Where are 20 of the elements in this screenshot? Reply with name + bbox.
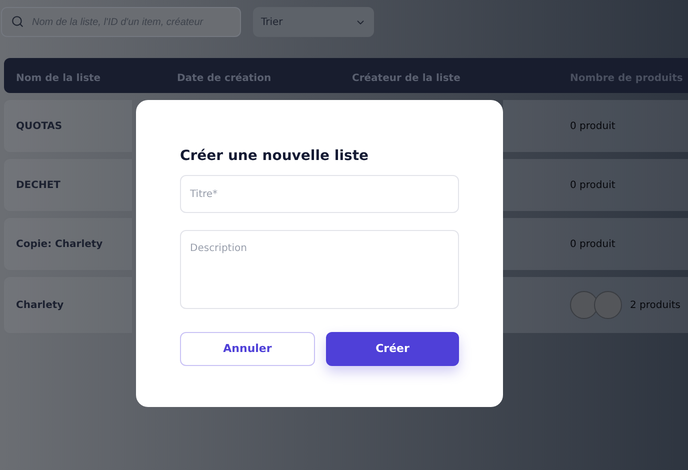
list-name-cell[interactable]: Charlety: [4, 277, 132, 333]
sort-dropdown[interactable]: Trier: [253, 7, 374, 37]
product-thumbnail: [594, 291, 622, 319]
column-header: Date de création: [177, 72, 272, 84]
product-thumbnail: [570, 291, 598, 319]
list-name-cell[interactable]: QUOTAS: [4, 100, 132, 152]
cancel-button[interactable]: Annuler: [180, 332, 315, 366]
list-name-cell[interactable]: DECHET: [4, 159, 132, 211]
title-field[interactable]: Titre*: [180, 175, 459, 213]
product-count: 0 produit: [570, 238, 616, 252]
column-header: Nom de la liste: [16, 72, 101, 84]
product-count: 0 produit: [570, 178, 616, 192]
list-name-cell[interactable]: Copie: Charlety: [4, 218, 132, 270]
description-field[interactable]: Description: [180, 230, 459, 309]
dialog-title: Créer une nouvelle liste: [180, 147, 370, 166]
product-count: 2 produits: [630, 298, 680, 312]
column-header: Créateur de la liste: [352, 72, 460, 84]
create-button[interactable]: Créer: [326, 332, 459, 366]
product-count: 0 produit: [570, 120, 616, 134]
search-icon: [11, 15, 24, 28]
